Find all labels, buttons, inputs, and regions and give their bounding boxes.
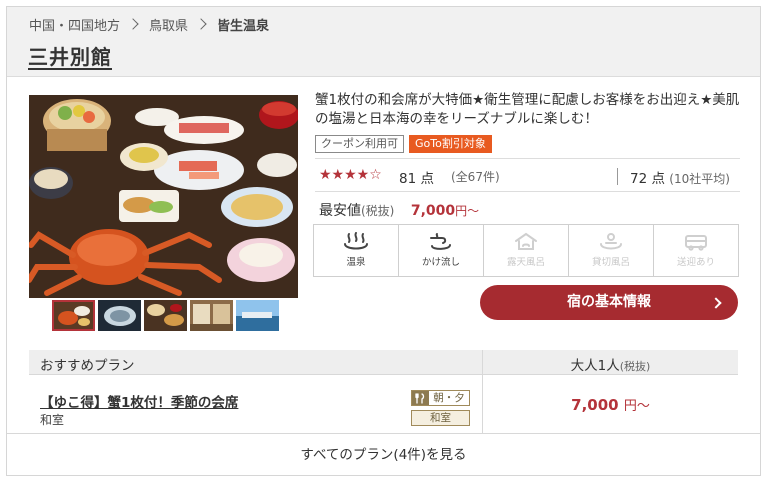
plan-price-suffix: 円～ bbox=[623, 399, 650, 414]
amenity-icons: 温泉 かけ流し 露天風呂 貸切風呂 送迎あり bbox=[313, 224, 739, 277]
flowing-spring-icon bbox=[430, 233, 451, 250]
amenity-flowing-spring: かけ流し bbox=[399, 225, 484, 276]
photo-thumbnail[interactable] bbox=[98, 300, 141, 331]
amenity-label: 温泉 bbox=[346, 257, 366, 268]
hotel-card: 中国・四国地方 鳥取県 皆生温泉 三井別館 蟹1枚付の和会席が大特価★衛生管理に… bbox=[6, 6, 761, 476]
lowest-price-label: 最安値 bbox=[319, 203, 361, 219]
amenity-label: 貸切風呂 bbox=[591, 257, 630, 268]
card-header: 中国・四国地方 鳥取県 皆生温泉 三井別館 bbox=[7, 7, 760, 77]
recommended-plans-heading: おすすめプラン bbox=[40, 358, 135, 374]
goto-badge: GoTo割引対象 bbox=[409, 135, 492, 153]
breadcrumb: 中国・四国地方 鳥取県 皆生温泉 bbox=[29, 15, 269, 34]
average-score-note: (10社平均) bbox=[669, 172, 730, 186]
chevron-right-icon bbox=[710, 297, 722, 309]
amenity-label: かけ流し bbox=[421, 257, 460, 268]
hot-spring-icon bbox=[344, 232, 368, 250]
average-score: 72 点 (10社平均) bbox=[630, 167, 730, 187]
private-bath-icon bbox=[600, 233, 622, 250]
photo-thumbnail[interactable] bbox=[52, 300, 95, 331]
breadcrumb-item-region[interactable]: 中国・四国地方 bbox=[29, 15, 120, 34]
amenity-shuttle: 送迎あり bbox=[654, 225, 738, 276]
amenity-private-bath: 貸切風呂 bbox=[569, 225, 654, 276]
photo-thumbnail[interactable] bbox=[190, 300, 233, 331]
lowest-price-value: 7,000 bbox=[410, 203, 456, 219]
plan-room-type: 和室 bbox=[40, 413, 65, 427]
rating-score: 81 点 bbox=[399, 171, 434, 187]
price-suffix: 円～ bbox=[455, 204, 480, 218]
price-column-tax-note: (税抜) bbox=[619, 360, 651, 373]
average-score-value: 72 点 bbox=[630, 171, 665, 187]
divider bbox=[617, 168, 618, 185]
open-air-bath-icon bbox=[515, 232, 537, 250]
price-column-label: 大人1人 bbox=[570, 358, 620, 374]
meal-tag: 朝・夕 bbox=[411, 390, 470, 406]
chevron-right-icon bbox=[195, 18, 207, 30]
badge-row: クーポン利用可 GoTo割引対象 bbox=[315, 135, 492, 153]
rating-row: ★★★★☆ 81 点 (全67件) 72 点 (10社平均) bbox=[315, 158, 740, 192]
photo-thumbnail[interactable] bbox=[144, 300, 187, 331]
room-tag: 和室 bbox=[411, 410, 470, 426]
review-count-link[interactable]: (全67件) bbox=[451, 168, 500, 185]
tax-note: (税抜) bbox=[361, 204, 395, 218]
lowest-price-row: 最安値(税抜) 7,000円～ bbox=[319, 200, 479, 220]
hotel-name-link[interactable]: 三井別館 bbox=[28, 41, 112, 70]
breadcrumb-item-prefecture[interactable]: 鳥取県 bbox=[149, 15, 188, 34]
amenity-open-air-bath: 露天風呂 bbox=[484, 225, 569, 276]
plan-price-value: 7,000 bbox=[571, 396, 619, 414]
main-photo[interactable] bbox=[29, 95, 298, 298]
plan-row: 【ゆこ得】蟹1枚付！季節の会席 和室 朝・夕 和室 7,000 円～ bbox=[29, 375, 738, 433]
photo-thumbnails bbox=[52, 300, 279, 331]
coupon-badge: クーポン利用可 bbox=[315, 135, 404, 153]
amenity-label: 露天風呂 bbox=[506, 257, 545, 268]
all-plans-link[interactable]: すべてのプラン(4件)を見る bbox=[7, 433, 760, 475]
amenity-label: 送迎あり bbox=[676, 257, 715, 268]
meal-tag-label: 朝・夕 bbox=[433, 392, 465, 404]
rating-stars: ★★★★☆ bbox=[319, 167, 382, 183]
hotel-info-button[interactable]: 宿の基本情報 bbox=[480, 285, 738, 320]
breadcrumb-item-area[interactable]: 皆生温泉 bbox=[217, 15, 269, 34]
price-column-heading: 大人1人(税抜) bbox=[483, 354, 738, 374]
shuttle-icon bbox=[685, 235, 707, 251]
photo-thumbnail[interactable] bbox=[236, 300, 279, 331]
meal-photo-image bbox=[29, 95, 298, 298]
utensils-icon bbox=[412, 391, 429, 405]
amenity-hot-spring: 温泉 bbox=[314, 225, 399, 276]
plan-table-header: おすすめプラン 大人1人(税抜) bbox=[29, 350, 738, 375]
plan-title-link[interactable]: 【ゆこ得】蟹1枚付！季節の会席 bbox=[40, 391, 238, 411]
hotel-info-button-label: 宿の基本情報 bbox=[567, 294, 651, 310]
chevron-right-icon bbox=[127, 18, 139, 30]
plan-price: 7,000 円～ bbox=[483, 395, 738, 414]
hotel-description: 蟹1枚付の和会席が大特価★衛生管理に配慮しお客様をお出迎え★美肌の塩湯と日本海の… bbox=[315, 92, 740, 127]
